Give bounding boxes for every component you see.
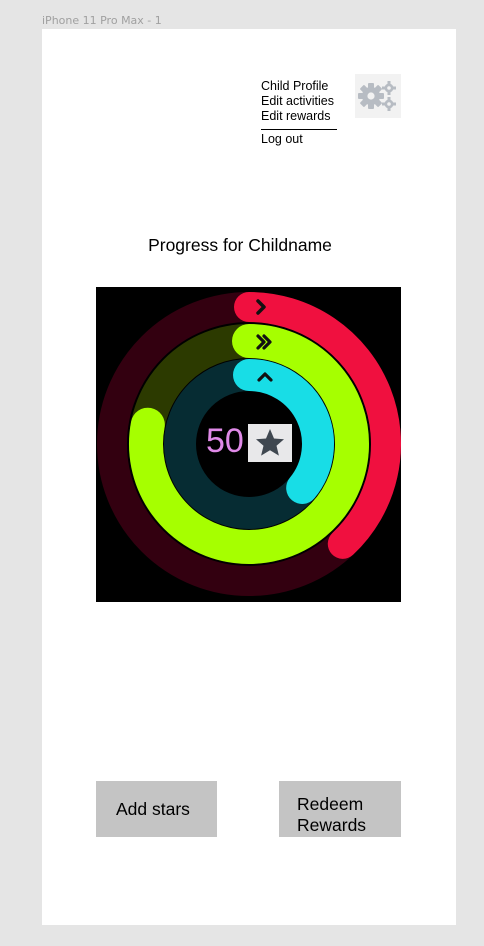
- redeem-label-line2: Rewards: [297, 815, 367, 835]
- star-icon: [256, 429, 284, 456]
- star-badge: [248, 424, 292, 462]
- redeem-rewards-button[interactable]: Redeem Rewards: [279, 781, 401, 837]
- logout-button[interactable]: Log out: [261, 132, 339, 147]
- menu-divider: [261, 129, 337, 130]
- settings-menu: Child Profile Edit activities Edit rewar…: [261, 79, 339, 147]
- page-title: Progress for Childname: [148, 235, 332, 255]
- menu-item-child-profile[interactable]: Child Profile: [261, 79, 339, 94]
- settings-button[interactable]: [355, 74, 401, 118]
- progress-rings: 50: [96, 287, 401, 602]
- add-stars-label: Add stars: [116, 798, 190, 819]
- star-count: 50: [206, 422, 244, 460]
- gear-icon: [358, 81, 396, 111]
- frame-label: iPhone 11 Pro Max - 1: [42, 14, 162, 27]
- menu-item-edit-activities[interactable]: Edit activities: [261, 94, 339, 109]
- phone-screen: Child Profile Edit activities Edit rewar…: [42, 29, 456, 925]
- menu-item-edit-rewards[interactable]: Edit rewards: [261, 109, 339, 124]
- add-stars-button[interactable]: Add stars: [96, 781, 217, 837]
- redeem-label-line1: Redeem: [297, 794, 364, 814]
